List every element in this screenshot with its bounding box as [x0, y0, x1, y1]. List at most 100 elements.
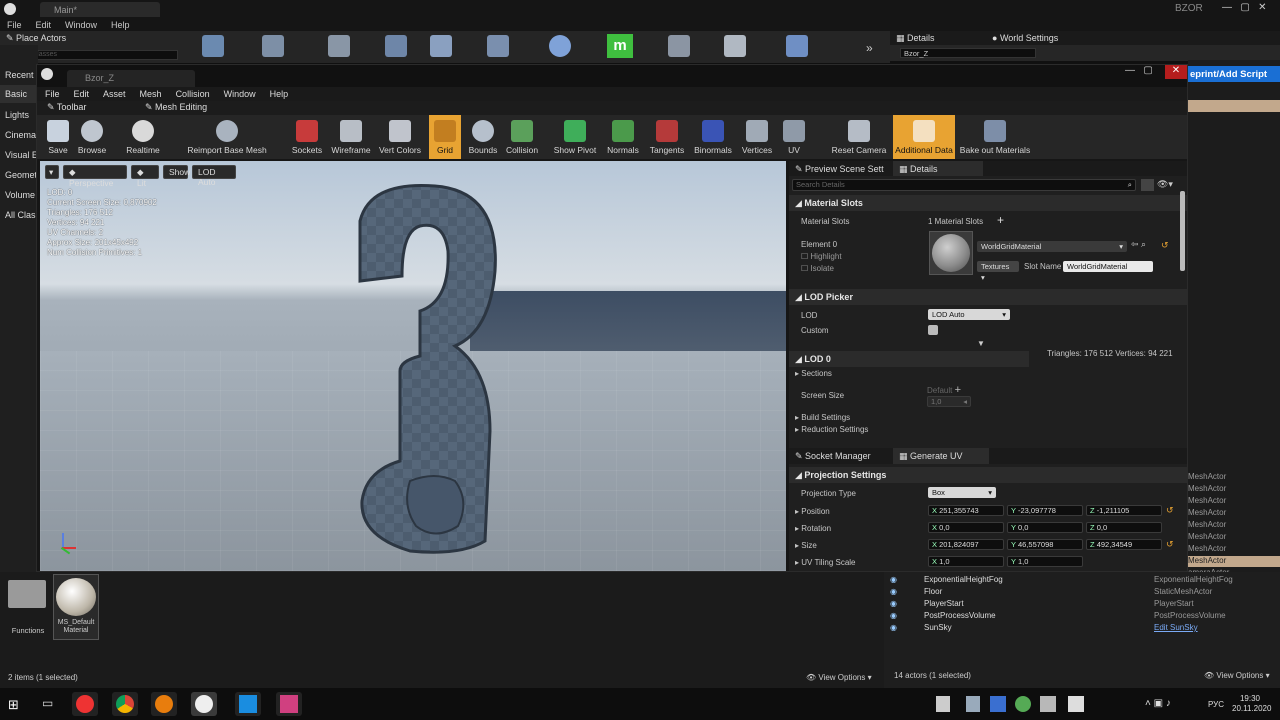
yandex-browser-icon[interactable] — [72, 692, 98, 716]
details-tab[interactable]: ▦ Details — [896, 33, 935, 44]
add-icon[interactable]: + — [955, 384, 961, 396]
preview-scene-settings-tab[interactable]: ✎ Preview Scene Sett — [795, 164, 884, 175]
edit-sunsky-link[interactable]: Edit SunSky — [1154, 623, 1198, 635]
sockets-button[interactable]: Sockets — [289, 115, 325, 159]
tray-icons[interactable]: ˄ ▣ ♪ — [1145, 698, 1171, 709]
unreal-engine-icon[interactable] — [191, 692, 217, 716]
additional-data-button[interactable]: Additional Data — [893, 115, 955, 159]
tray-app-icon[interactable] — [1068, 696, 1084, 712]
menu-edit[interactable]: Edit — [36, 20, 52, 30]
realtime-button[interactable]: Realtime — [121, 115, 165, 159]
position-reset-icon[interactable]: ↺ — [1166, 505, 1174, 516]
save-level-icon[interactable] — [202, 35, 224, 57]
projection-type-dropdown[interactable]: Box ▾ — [928, 487, 996, 498]
blender-icon[interactable] — [151, 692, 177, 716]
tray-app-icon[interactable] — [966, 696, 980, 712]
window-controls[interactable]: — ▢ ✕ — [1222, 2, 1267, 13]
category-recent[interactable]: Recent — [5, 70, 34, 80]
editor-window-controls[interactable]: — ▢ — [1125, 65, 1161, 76]
app-media-icon[interactable] — [276, 692, 302, 716]
rotation-y-input[interactable]: Y 0,0 — [1007, 522, 1083, 533]
eye-icon[interactable]: ◉ — [890, 611, 906, 623]
category-geometry[interactable]: Geomet — [5, 170, 37, 180]
clock[interactable]: 19:30 20.11.2020 — [1232, 694, 1271, 714]
textures-dropdown[interactable]: Textures ▾ — [977, 261, 1019, 282]
cinematics-icon[interactable] — [724, 35, 746, 57]
position-x-input[interactable]: X 251,355743 — [928, 505, 1004, 516]
perspective-button[interactable]: ◆ Perspective — [63, 165, 127, 188]
projection-settings-header[interactable]: ◢ Projection Settings — [789, 467, 1187, 483]
screen-size-input[interactable]: 1,0 ◂ — [927, 396, 971, 407]
socket-manager-tab[interactable]: ✎ Socket Manager — [795, 451, 871, 462]
lod-dropdown[interactable]: LOD Auto ▾ — [928, 309, 1010, 320]
modes-icon[interactable] — [328, 35, 350, 57]
lit-button[interactable]: ◆ Lit — [131, 165, 159, 188]
outliner-row[interactable]: ◉ PlayerStart PlayerStart — [890, 599, 1274, 611]
world-settings-tab[interactable]: ● World Settings — [992, 33, 1058, 43]
menu-mesh[interactable]: Mesh — [140, 89, 162, 99]
eye-icon[interactable]: ◉ — [890, 587, 906, 599]
lod-auto-button[interactable]: LOD Auto — [192, 165, 236, 187]
menu-asset[interactable]: Asset — [103, 89, 126, 99]
vertices-button[interactable]: Vertices — [737, 115, 777, 159]
build-settings-expander[interactable]: ▸ Build Settings — [795, 413, 850, 422]
grid-button[interactable]: Grid — [429, 115, 461, 159]
mesh-editing-tab[interactable]: ✎ Mesh Editing — [145, 102, 207, 113]
place-actors-tab[interactable]: ✎ Place Actors — [6, 33, 66, 44]
reduction-settings-expander[interactable]: ▸ Reduction Settings — [795, 425, 868, 434]
size-x-input[interactable]: X 201,824097 — [928, 539, 1004, 550]
category-lights[interactable]: Lights — [5, 110, 29, 120]
asset-tile[interactable]: MS_Default Material — [53, 574, 99, 640]
position-z-input[interactable]: Z -1,211105 — [1086, 505, 1162, 516]
generate-uv-tab[interactable]: ▦ Generate UV — [893, 448, 989, 464]
folder-icon[interactable] — [8, 580, 46, 608]
category-cinematic[interactable]: Cinema — [5, 130, 36, 140]
source-control-icon[interactable] — [262, 35, 284, 57]
eye-icon[interactable]: ◉ — [890, 599, 906, 611]
mesh-viewport[interactable]: ▾ ◆ Perspective ◆ Lit Show LOD Auto LOD:… — [40, 161, 786, 571]
menu-collision[interactable]: Collision — [176, 89, 210, 99]
position-y-input[interactable]: Y -23,097778 — [1007, 505, 1083, 516]
lod0-header[interactable]: ◢ LOD 0 — [789, 351, 1029, 367]
details-scrollbar[interactable] — [1180, 191, 1185, 271]
browse-button[interactable]: Browse — [75, 115, 109, 159]
content-icon[interactable] — [385, 35, 407, 57]
bake-out-materials-button[interactable]: Bake out Materials — [959, 115, 1031, 159]
reimport-base-mesh-button[interactable]: Reimport Base Mesh — [177, 115, 277, 159]
menu-file[interactable]: File — [7, 20, 22, 30]
size-y-input[interactable]: Y 46,557098 — [1007, 539, 1083, 550]
tray-app-icon[interactable] — [990, 696, 1006, 712]
add-slot-icon[interactable]: + — [997, 213, 1004, 227]
slot-name-input[interactable]: WorldGridMaterial — [1063, 261, 1153, 272]
highlight-checkbox[interactable]: ☐ Highlight — [801, 252, 842, 261]
category-visual-effects[interactable]: Visual E — [5, 150, 38, 160]
sections-expander[interactable]: ▸ Sections — [795, 369, 832, 378]
outliner-row[interactable]: ◉ SunSky Edit SunSky — [890, 623, 1274, 635]
isolate-checkbox[interactable]: ☐ Isolate — [801, 264, 834, 273]
details-object-name[interactable]: Bzor_Z — [900, 48, 1036, 58]
add-script-button[interactable]: eprint/Add Script — [1188, 66, 1280, 82]
category-basic[interactable]: Basic — [0, 85, 38, 103]
reset-to-default-icon[interactable]: ↺ — [1161, 240, 1169, 251]
menu-help[interactable]: Help — [270, 89, 289, 99]
expand-arrow-icon[interactable]: ▼ — [977, 339, 985, 348]
outliner-row[interactable]: ◉ PostProcessVolume PostProcessVolume — [890, 611, 1274, 623]
lod-picker-header[interactable]: ◢ LOD Picker — [789, 289, 1187, 305]
outliner-row[interactable]: ◉ ExponentialHeightFog ExponentialHeightF… — [890, 575, 1274, 587]
details-tab[interactable]: ▦ Details — [893, 161, 983, 176]
size-z-input[interactable]: Z 492,34549 — [1086, 539, 1162, 550]
search-details-input[interactable]: Search Details ⌕ — [792, 179, 1136, 191]
collision-button[interactable]: Collision — [503, 115, 541, 159]
save-button[interactable]: Save — [41, 115, 75, 159]
tray-app-icon[interactable] — [1015, 696, 1031, 712]
tray-app-icon[interactable] — [1040, 696, 1056, 712]
menu-window[interactable]: Window — [224, 89, 256, 99]
material-thumbnail[interactable] — [929, 231, 973, 275]
uv-tiling-x-input[interactable]: X 1,0 — [928, 556, 1004, 567]
menu-file[interactable]: File — [45, 89, 60, 99]
size-reset-icon[interactable]: ↺ — [1166, 539, 1174, 550]
close-icon[interactable]: ✕ — [1165, 65, 1187, 79]
toolbar-overflow-icon[interactable]: » — [866, 41, 873, 55]
content-view-options[interactable]: 👁 View Options ▾ — [806, 673, 872, 682]
task-view-icon[interactable]: ▭ — [42, 696, 53, 710]
